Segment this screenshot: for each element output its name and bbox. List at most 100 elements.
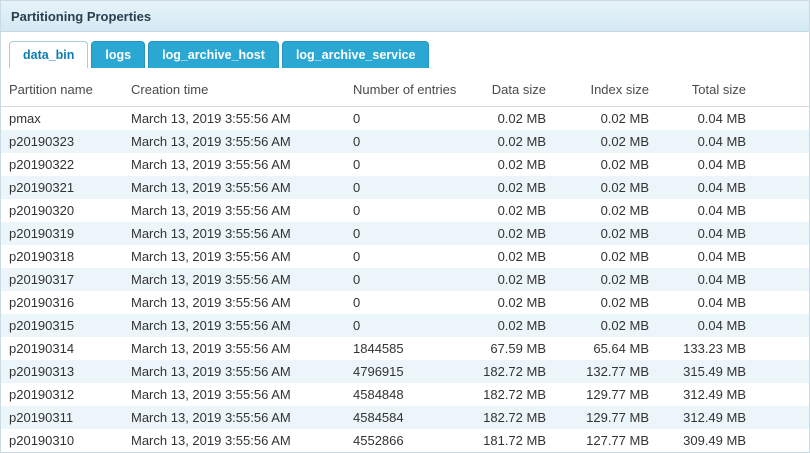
- table-cell: p20190313: [1, 360, 123, 383]
- table-row: p20190312March 13, 2019 3:55:56 AM458484…: [1, 383, 810, 406]
- table-row: p20190315March 13, 2019 3:55:56 AM00.02 …: [1, 314, 810, 337]
- table-cell: p20190316: [1, 291, 123, 314]
- table-cell: pmax: [1, 107, 123, 131]
- table-cell: p20190310: [1, 429, 123, 452]
- table-cell: 0.04 MB: [652, 199, 810, 222]
- table-cell: March 13, 2019 3:55:56 AM: [123, 130, 345, 153]
- column-header: Creation time: [123, 74, 345, 107]
- table-cell: p20190322: [1, 153, 123, 176]
- table-body: pmaxMarch 13, 2019 3:55:56 AM00.02 MB0.0…: [1, 107, 810, 453]
- table-cell: 0.02 MB: [475, 222, 549, 245]
- table-row: p20190313March 13, 2019 3:55:56 AM479691…: [1, 360, 810, 383]
- table-cell: 312.49 MB: [652, 383, 810, 406]
- column-header: Data size: [475, 74, 549, 107]
- table-cell: 182.72 MB: [475, 360, 549, 383]
- table-cell: March 13, 2019 3:55:56 AM: [123, 337, 345, 360]
- table-cell: p20190311: [1, 406, 123, 429]
- table-cell: p20190321: [1, 176, 123, 199]
- table-cell: 0.04 MB: [652, 291, 810, 314]
- table-cell: 181.72 MB: [475, 429, 549, 452]
- table-cell: March 13, 2019 3:55:56 AM: [123, 406, 345, 429]
- table-cell: 4584584: [345, 406, 475, 429]
- table-cell: 129.77 MB: [549, 406, 652, 429]
- table-cell: p20190318: [1, 245, 123, 268]
- table-row: pmaxMarch 13, 2019 3:55:56 AM00.02 MB0.0…: [1, 107, 810, 131]
- table-cell: 4552866: [345, 429, 475, 452]
- table-cell: 0.02 MB: [549, 268, 652, 291]
- table-cell: 0.02 MB: [549, 153, 652, 176]
- table-cell: p20190314: [1, 337, 123, 360]
- table-cell: p20190319: [1, 222, 123, 245]
- tab-logs[interactable]: logs: [91, 41, 145, 68]
- table-cell: 0.02 MB: [475, 107, 549, 131]
- table-cell: March 13, 2019 3:55:56 AM: [123, 199, 345, 222]
- table-cell: 0.04 MB: [652, 176, 810, 199]
- table-row: p20190318March 13, 2019 3:55:56 AM00.02 …: [1, 245, 810, 268]
- table-cell: 0.04 MB: [652, 130, 810, 153]
- table-cell: 0: [345, 222, 475, 245]
- table-cell: 0.02 MB: [475, 245, 549, 268]
- table-cell: 132.77 MB: [549, 360, 652, 383]
- table-cell: 0.02 MB: [475, 176, 549, 199]
- table-header-row: Partition nameCreation timeNumber of ent…: [1, 74, 810, 107]
- table-cell: 309.49 MB: [652, 429, 810, 452]
- table-row: p20190311March 13, 2019 3:55:56 AM458458…: [1, 406, 810, 429]
- table-cell: 0.02 MB: [475, 268, 549, 291]
- table-row: p20190314March 13, 2019 3:55:56 AM184458…: [1, 337, 810, 360]
- table-cell: p20190323: [1, 130, 123, 153]
- tab-data_bin[interactable]: data_bin: [9, 41, 88, 68]
- table-cell: March 13, 2019 3:55:56 AM: [123, 222, 345, 245]
- table-cell: 0.02 MB: [549, 245, 652, 268]
- table-cell: 0: [345, 314, 475, 337]
- table-cell: 0.02 MB: [549, 176, 652, 199]
- table-cell: 0: [345, 107, 475, 131]
- table-cell: 0.02 MB: [475, 153, 549, 176]
- table-cell: 127.77 MB: [549, 429, 652, 452]
- column-header: Partition name: [1, 74, 123, 107]
- table-cell: 0.02 MB: [549, 222, 652, 245]
- column-header: Index size: [549, 74, 652, 107]
- table-cell: March 13, 2019 3:55:56 AM: [123, 314, 345, 337]
- table-row: p20190319March 13, 2019 3:55:56 AM00.02 …: [1, 222, 810, 245]
- table-cell: 0.04 MB: [652, 245, 810, 268]
- table-cell: 0.02 MB: [475, 199, 549, 222]
- table-cell: 1844585: [345, 337, 475, 360]
- tab-log_archive_service[interactable]: log_archive_service: [282, 41, 430, 68]
- table-cell: 0.02 MB: [549, 107, 652, 131]
- table-cell: 0.02 MB: [549, 314, 652, 337]
- panel-title: Partitioning Properties: [1, 1, 809, 32]
- table-cell: March 13, 2019 3:55:56 AM: [123, 360, 345, 383]
- table-cell: 0.02 MB: [475, 130, 549, 153]
- table-cell: March 13, 2019 3:55:56 AM: [123, 429, 345, 452]
- table-cell: 0.04 MB: [652, 268, 810, 291]
- table-cell: 0: [345, 176, 475, 199]
- table-cell: 0.02 MB: [475, 291, 549, 314]
- table-cell: p20190312: [1, 383, 123, 406]
- tab-bar: data_binlogslog_archive_hostlog_archive_…: [1, 32, 809, 68]
- table-cell: 312.49 MB: [652, 406, 810, 429]
- table-cell: March 13, 2019 3:55:56 AM: [123, 107, 345, 131]
- table-row: p20190317March 13, 2019 3:55:56 AM00.02 …: [1, 268, 810, 291]
- table-row: p20190320March 13, 2019 3:55:56 AM00.02 …: [1, 199, 810, 222]
- table-cell: 182.72 MB: [475, 383, 549, 406]
- table-cell: 0: [345, 130, 475, 153]
- table-header: Partition nameCreation timeNumber of ent…: [1, 74, 810, 107]
- table-row: p20190310March 13, 2019 3:55:56 AM455286…: [1, 429, 810, 452]
- table-cell: 0.02 MB: [549, 130, 652, 153]
- table-cell: 129.77 MB: [549, 383, 652, 406]
- table-cell: March 13, 2019 3:55:56 AM: [123, 153, 345, 176]
- table-cell: 0: [345, 245, 475, 268]
- table-row: p20190323March 13, 2019 3:55:56 AM00.02 …: [1, 130, 810, 153]
- table-cell: 4796915: [345, 360, 475, 383]
- table-cell: March 13, 2019 3:55:56 AM: [123, 291, 345, 314]
- table-row: p20190321March 13, 2019 3:55:56 AM00.02 …: [1, 176, 810, 199]
- tab-log_archive_host[interactable]: log_archive_host: [148, 41, 279, 68]
- table-cell: March 13, 2019 3:55:56 AM: [123, 245, 345, 268]
- table-cell: March 13, 2019 3:55:56 AM: [123, 176, 345, 199]
- table-row: p20190316March 13, 2019 3:55:56 AM00.02 …: [1, 291, 810, 314]
- table-cell: 0: [345, 268, 475, 291]
- partitions-table: Partition nameCreation timeNumber of ent…: [1, 74, 810, 452]
- table-cell: 0.04 MB: [652, 314, 810, 337]
- table-cell: 4584848: [345, 383, 475, 406]
- table-cell: 0.02 MB: [549, 291, 652, 314]
